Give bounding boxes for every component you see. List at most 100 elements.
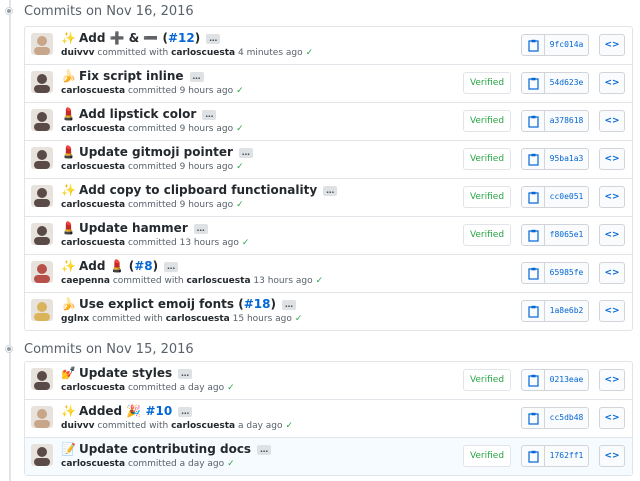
verified-badge[interactable]: Verified bbox=[463, 148, 511, 170]
status-check-icon[interactable]: ✓ bbox=[316, 276, 324, 286]
status-check-icon[interactable]: ✓ bbox=[227, 459, 235, 469]
author-avatar[interactable] bbox=[31, 444, 53, 466]
expand-message-button[interactable]: … bbox=[238, 147, 253, 158]
browse-repo-button[interactable]: <> bbox=[599, 407, 625, 429]
copy-sha-button[interactable] bbox=[521, 148, 545, 170]
author-avatar[interactable] bbox=[31, 261, 53, 283]
copy-sha-button[interactable] bbox=[521, 224, 545, 246]
status-check-icon[interactable]: ✓ bbox=[236, 200, 244, 210]
status-check-icon[interactable]: ✓ bbox=[227, 383, 235, 393]
author-link[interactable]: carloscuesta bbox=[61, 86, 125, 96]
status-check-icon[interactable]: ✓ bbox=[236, 124, 244, 134]
copy-sha-button[interactable] bbox=[521, 369, 545, 391]
author-link[interactable]: carloscuesta bbox=[61, 200, 125, 210]
verified-badge[interactable]: Verified bbox=[463, 445, 511, 467]
browse-repo-button[interactable]: <> bbox=[599, 224, 625, 246]
commit-message-link[interactable]: Update contributing docs bbox=[79, 442, 251, 456]
author-link[interactable]: carloscuesta bbox=[61, 383, 125, 393]
copy-sha-button[interactable] bbox=[521, 110, 545, 132]
author-avatar[interactable] bbox=[31, 185, 53, 207]
pull-request-link[interactable]: #18 bbox=[244, 297, 271, 311]
copy-sha-button[interactable] bbox=[521, 407, 545, 429]
copy-sha-button[interactable] bbox=[521, 72, 545, 94]
copy-sha-button[interactable] bbox=[521, 445, 545, 467]
commit-sha-link[interactable]: 54d623e bbox=[545, 72, 589, 94]
commit-sha-link[interactable]: 65985fe bbox=[545, 262, 589, 284]
browse-repo-button[interactable]: <> bbox=[599, 110, 625, 132]
commit-message-link[interactable]: Fix script inline bbox=[79, 69, 184, 83]
commit-message-link[interactable]: Update styles bbox=[79, 366, 172, 380]
verified-badge[interactable]: Verified bbox=[463, 110, 511, 132]
copy-sha-button[interactable] bbox=[521, 186, 545, 208]
browse-repo-button[interactable]: <> bbox=[599, 369, 625, 391]
author-link[interactable]: carloscuesta bbox=[61, 162, 125, 172]
author-link[interactable]: carloscuesta bbox=[61, 124, 125, 134]
author-avatar[interactable] bbox=[31, 223, 53, 245]
browse-repo-button[interactable]: <> bbox=[599, 262, 625, 284]
pull-request-link[interactable]: #12 bbox=[168, 31, 195, 45]
author-avatar[interactable] bbox=[31, 406, 53, 428]
commit-sha-link[interactable]: f8065e1 bbox=[545, 224, 589, 246]
coauthor-link[interactable]: carloscuesta bbox=[186, 276, 250, 286]
commit-sha-link[interactable]: 95ba1a3 bbox=[545, 148, 589, 170]
commit-message-link[interactable]: Update hammer bbox=[79, 221, 188, 235]
expand-message-button[interactable]: … bbox=[206, 33, 221, 44]
coauthor-link[interactable]: carloscuesta bbox=[171, 421, 235, 431]
browse-repo-button[interactable]: <> bbox=[599, 186, 625, 208]
commit-message-link[interactable]: Use explict emoij fonts ( bbox=[79, 297, 244, 311]
author-avatar[interactable] bbox=[31, 109, 53, 131]
commit-sha-link[interactable]: 0213eae bbox=[545, 369, 589, 391]
status-check-icon[interactable]: ✓ bbox=[236, 86, 244, 96]
browse-repo-button[interactable]: <> bbox=[599, 445, 625, 467]
commit-message-link[interactable]: Add 💄 ( bbox=[79, 259, 134, 273]
expand-message-button[interactable]: … bbox=[193, 223, 208, 234]
expand-message-button[interactable]: … bbox=[257, 444, 272, 455]
expand-message-button[interactable]: … bbox=[202, 109, 217, 120]
expand-message-button[interactable]: … bbox=[178, 406, 193, 417]
browse-repo-button[interactable]: <> bbox=[599, 72, 625, 94]
commit-message-link[interactable]: Add copy to clipboard functionality bbox=[79, 183, 317, 197]
commit-sha-link[interactable]: 1762ff1 bbox=[545, 445, 589, 467]
pull-request-link[interactable]: #10 bbox=[145, 404, 172, 418]
author-avatar[interactable] bbox=[31, 299, 53, 321]
expand-message-button[interactable]: … bbox=[178, 368, 193, 379]
commit-sha-link[interactable]: 1a8e6b2 bbox=[545, 300, 589, 322]
author-avatar[interactable] bbox=[31, 71, 53, 93]
browse-repo-button[interactable]: <> bbox=[599, 34, 625, 56]
expand-message-button[interactable]: … bbox=[189, 71, 204, 82]
copy-sha-button[interactable] bbox=[521, 300, 545, 322]
commit-sha-link[interactable]: cc5db48 bbox=[545, 407, 589, 429]
pull-request-link[interactable]: #8 bbox=[134, 259, 152, 273]
coauthor-link[interactable]: carloscuesta bbox=[166, 314, 230, 324]
coauthor-link[interactable]: carloscuesta bbox=[171, 48, 235, 58]
expand-message-button[interactable]: … bbox=[281, 299, 296, 310]
status-check-icon[interactable]: ✓ bbox=[295, 314, 303, 324]
commit-sha-link[interactable]: 9fc014a bbox=[545, 34, 589, 56]
author-link[interactable]: duivvv bbox=[61, 48, 95, 58]
expand-message-button[interactable]: … bbox=[164, 261, 179, 272]
status-check-icon[interactable]: ✓ bbox=[236, 162, 244, 172]
author-avatar[interactable] bbox=[31, 368, 53, 390]
commit-message-link[interactable]: Add ➕ & ➖ ( bbox=[79, 31, 168, 45]
commit-message-link[interactable]: Update gitmoji pointer bbox=[79, 145, 233, 159]
copy-sha-button[interactable] bbox=[521, 34, 545, 56]
browse-repo-button[interactable]: <> bbox=[599, 300, 625, 322]
expand-message-button[interactable]: … bbox=[323, 185, 338, 196]
commit-sha-link[interactable]: a378618 bbox=[545, 110, 589, 132]
commit-sha-link[interactable]: cc0e051 bbox=[545, 186, 589, 208]
verified-badge[interactable]: Verified bbox=[463, 369, 511, 391]
status-check-icon[interactable]: ✓ bbox=[242, 238, 250, 248]
verified-badge[interactable]: Verified bbox=[463, 224, 511, 246]
commit-message-link[interactable]: Added 🎉 bbox=[79, 404, 146, 418]
copy-sha-button[interactable] bbox=[521, 262, 545, 284]
verified-badge[interactable]: Verified bbox=[463, 72, 511, 94]
verified-badge[interactable]: Verified bbox=[463, 186, 511, 208]
status-check-icon[interactable]: ✓ bbox=[286, 421, 294, 431]
author-link[interactable]: carloscuesta bbox=[61, 459, 125, 469]
author-avatar[interactable] bbox=[31, 33, 53, 55]
commit-message-link[interactable]: Add lipstick color bbox=[79, 107, 196, 121]
author-link[interactable]: carloscuesta bbox=[61, 238, 125, 248]
status-check-icon[interactable]: ✓ bbox=[306, 48, 314, 58]
browse-repo-button[interactable]: <> bbox=[599, 148, 625, 170]
author-link[interactable]: gglnx bbox=[61, 314, 89, 324]
